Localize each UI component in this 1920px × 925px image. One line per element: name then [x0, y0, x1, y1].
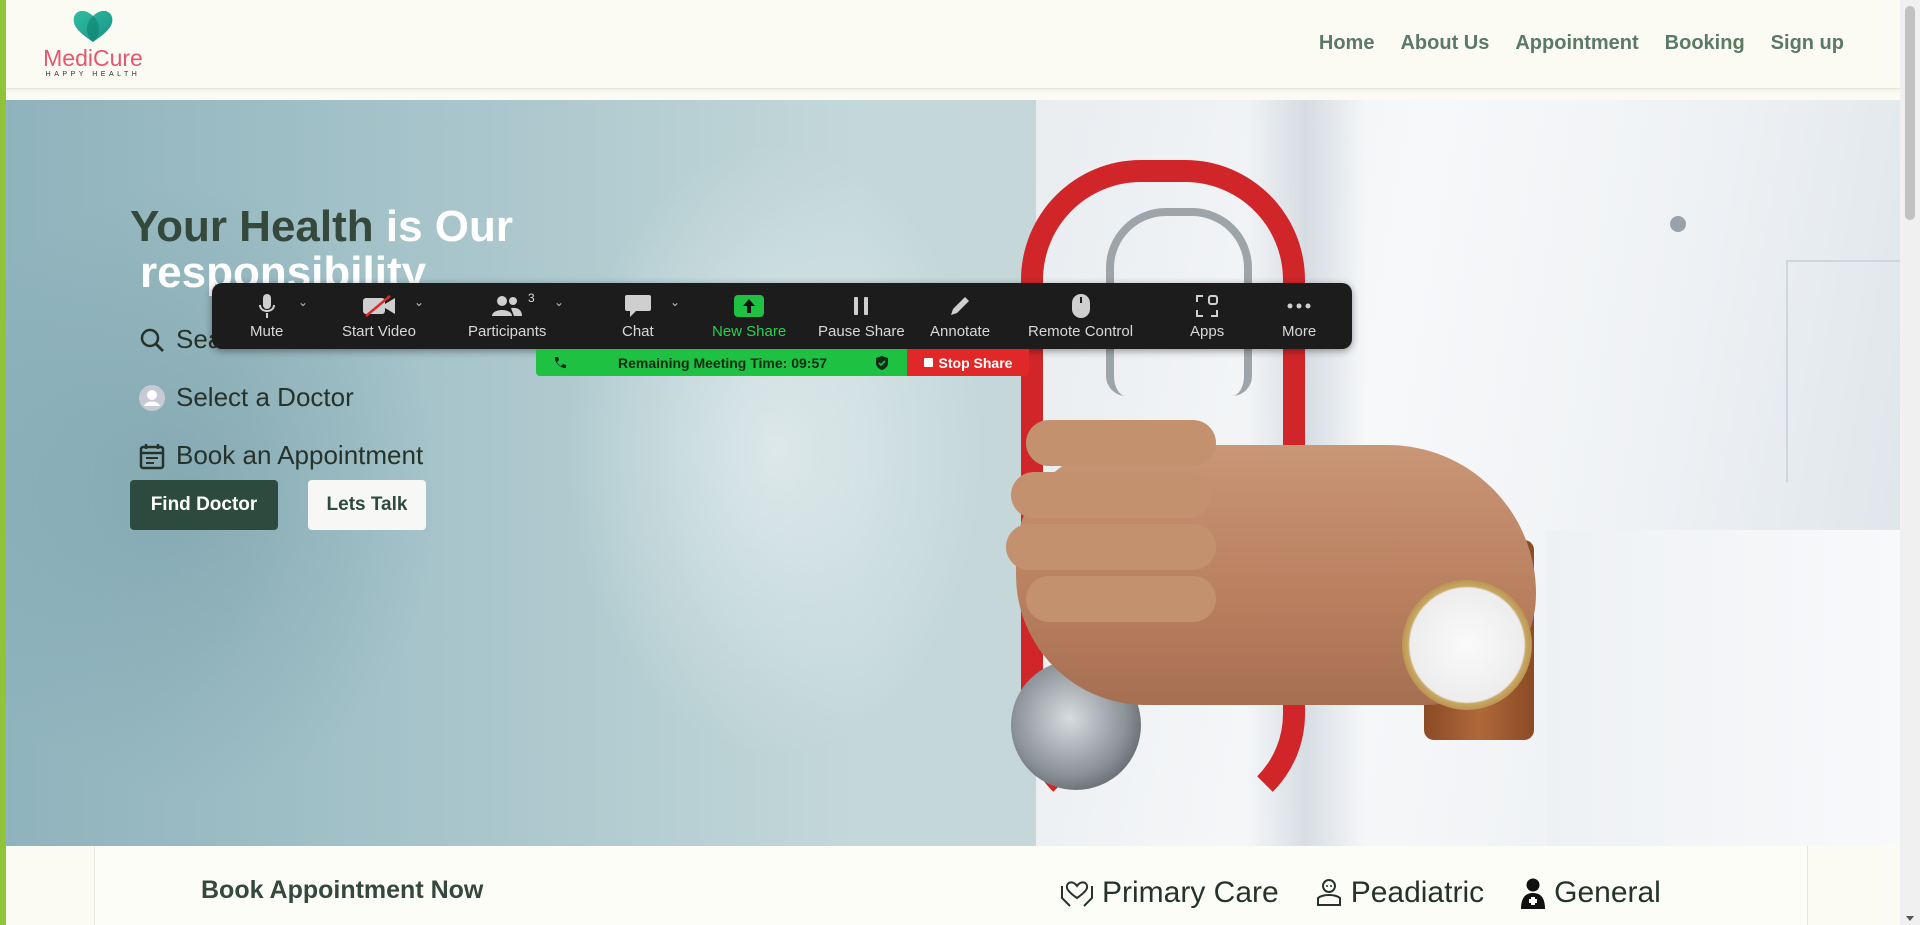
care-categories: Primary Care Peadiatric General — [1060, 876, 1661, 910]
page: MediCure HAPPY HEALTH Home About Us Appo… — [6, 0, 1900, 925]
more-label: More — [1282, 323, 1317, 340]
microphone-icon — [258, 291, 275, 321]
site-header: MediCure HAPPY HEALTH Home About Us Appo… — [6, 0, 1900, 89]
mute-button[interactable]: Mute — [250, 291, 283, 343]
search-icon — [138, 326, 166, 354]
scroll-down-arrow-icon[interactable] — [1906, 916, 1914, 921]
category-general[interactable]: General — [1520, 876, 1661, 910]
phone-icon — [554, 356, 566, 368]
stop-share-button[interactable]: Stop Share — [907, 349, 1029, 376]
nav-home[interactable]: Home — [1319, 32, 1375, 55]
chat-options-chevron-icon[interactable]: ⌄ — [670, 295, 680, 309]
mouse-icon — [1071, 291, 1091, 321]
logo-tagline: HAPPY HEALTH — [45, 71, 141, 78]
finger — [1026, 576, 1216, 622]
main-nav: Home About Us Appointment Booking Sign u… — [1319, 32, 1844, 55]
user-icon — [138, 384, 166, 412]
new-share-label: New Share — [712, 323, 787, 340]
hero-title-dark: Your Health — [130, 202, 374, 251]
coat-button — [1670, 216, 1686, 232]
lets-talk-button[interactable]: Lets Talk — [308, 480, 426, 530]
pause-share-label: Pause Share — [818, 323, 905, 340]
participants-label: Participants — [468, 323, 547, 340]
apps-button[interactable]: Apps — [1190, 291, 1224, 343]
zoom-meeting-toolbar: Mute ⌄ Start Video ⌄ Participants 3 ⌄ Ch… — [212, 283, 1352, 349]
participants-icon — [491, 291, 523, 321]
meeting-time-bar: Remaining Meeting Time: 09:57 — [536, 349, 907, 376]
pause-share-button[interactable]: Pause Share — [818, 291, 905, 343]
annotate-button[interactable]: Annotate — [930, 291, 990, 343]
hero-title-light: is Our — [373, 202, 514, 251]
chat-button[interactable]: Chat — [622, 291, 654, 343]
participants-count-badge: 3 — [528, 291, 535, 305]
nav-appointment[interactable]: Appointment — [1515, 32, 1638, 55]
scrollbar-thumb[interactable] — [1905, 6, 1915, 220]
nav-booking[interactable]: Booking — [1665, 32, 1745, 55]
video-off-icon — [362, 291, 396, 321]
finger — [1006, 524, 1216, 570]
remote-control-button[interactable]: Remote Control — [1028, 291, 1133, 343]
participants-options-chevron-icon[interactable]: ⌄ — [554, 295, 564, 309]
stop-square-icon — [923, 358, 933, 367]
hero-banner: Your Health is Our responsibility Search… — [6, 100, 1900, 846]
remaining-meeting-time: Remaining Meeting Time: 09:57 — [618, 354, 828, 371]
logo-name: MediCure — [43, 45, 143, 71]
hero-background-light — [566, 140, 986, 760]
heart-logo-icon — [73, 10, 113, 43]
finger — [1026, 420, 1216, 466]
coat-sleeve — [1546, 530, 1900, 846]
start-video-label: Start Video — [342, 323, 416, 340]
video-options-chevron-icon[interactable]: ⌄ — [414, 295, 424, 309]
share-arrow-icon — [733, 291, 765, 321]
category-peadiatric-label: Peadiatric — [1350, 876, 1485, 909]
category-primary-care-label: Primary Care — [1102, 876, 1279, 909]
find-doctor-button[interactable]: Find Doctor — [130, 480, 278, 530]
apps-label: Apps — [1190, 323, 1225, 340]
pause-icon — [851, 291, 871, 321]
wrist-watch — [1402, 580, 1532, 710]
annotate-label: Annotate — [930, 323, 991, 340]
calendar-icon — [138, 442, 166, 470]
shield-check-icon — [876, 355, 889, 370]
nav-sign-up[interactable]: Sign up — [1771, 32, 1844, 55]
finger — [1011, 472, 1211, 518]
feature-book-appointment-label: Book an Appointment — [176, 440, 424, 470]
feature-book-appointment: Book an Appointment — [138, 440, 423, 471]
new-share-button[interactable]: New Share — [712, 291, 786, 343]
more-button[interactable]: More — [1282, 291, 1316, 343]
category-general-label: General — [1554, 876, 1661, 909]
logo[interactable]: MediCure HAPPY HEALTH — [38, 8, 148, 82]
mute-label: Mute — [250, 323, 284, 340]
category-peadiatric[interactable]: Peadiatric — [1315, 876, 1484, 910]
book-appointment-heading: Book Appointment Now — [201, 876, 484, 904]
feature-select-doctor: Select a Doctor — [138, 382, 354, 413]
doctor-icon — [1521, 878, 1546, 909]
more-dots-icon — [1286, 291, 1312, 321]
start-video-button[interactable]: Start Video — [342, 291, 416, 343]
apps-icon — [1195, 291, 1219, 321]
nav-about-us[interactable]: About Us — [1400, 32, 1489, 55]
vertical-scrollbar[interactable] — [1900, 0, 1920, 925]
remote-control-label: Remote Control — [1028, 323, 1134, 340]
category-primary-care[interactable]: Primary Care — [1060, 876, 1279, 910]
pencil-icon — [948, 291, 972, 321]
stop-share-label: Stop Share — [938, 354, 1013, 371]
chat-bubble-icon — [624, 291, 652, 321]
chat-label: Chat — [622, 323, 654, 340]
hands-heart-icon — [1061, 881, 1093, 907]
baby-care-icon — [1316, 879, 1341, 906]
feature-select-doctor-label: Select a Doctor — [176, 382, 354, 412]
mute-options-chevron-icon[interactable]: ⌄ — [298, 295, 308, 309]
coat-pocket — [1786, 260, 1900, 482]
